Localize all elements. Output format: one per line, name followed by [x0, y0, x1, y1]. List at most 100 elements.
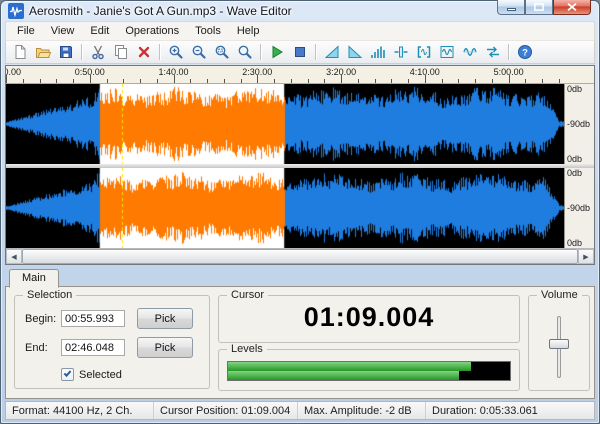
menu-tools[interactable]: Tools [187, 23, 229, 39]
waveform-left-channel[interactable] [6, 84, 564, 164]
status-max-amplitude: Max. Amplitude: -2 dB [298, 402, 426, 419]
selection-group-title: Selection [23, 289, 76, 301]
copy-icon [113, 44, 129, 60]
window-controls [497, 0, 591, 15]
fade-in-icon [324, 44, 340, 60]
zoom-out-button[interactable] [188, 41, 210, 63]
normalize-button[interactable] [436, 41, 458, 63]
db-label: 0db [567, 154, 582, 164]
zoom-out-icon [191, 44, 207, 60]
new-file-icon [12, 44, 28, 60]
menu-edit[interactable]: Edit [82, 23, 117, 39]
trim-button[interactable] [413, 41, 435, 63]
levels-meter [227, 361, 511, 381]
cursor-group: Cursor 01:09.004 [218, 295, 520, 343]
close-icon [567, 3, 577, 11]
statusbar: Format: 44100 Hz, 2 Ch. Cursor Position:… [5, 401, 595, 420]
pick-begin-button[interactable]: Pick [137, 308, 193, 329]
insert-silence-icon [393, 44, 409, 60]
ruler-tick [157, 79, 158, 83]
swap-channels-icon [485, 44, 501, 60]
horizontal-scrollbar[interactable]: ◀ ▶ [6, 248, 594, 264]
waveform-right-channel[interactable] [6, 168, 564, 248]
new-file-button[interactable] [9, 41, 31, 63]
amplify-icon [370, 44, 386, 60]
ruler-label: 2:30.00 [242, 67, 272, 77]
ruler-tick [107, 79, 108, 83]
insert-silence-button[interactable] [390, 41, 412, 63]
save-file-icon [58, 44, 74, 60]
copy-button[interactable] [110, 41, 132, 63]
db-label: 0db [567, 168, 582, 178]
end-input[interactable] [61, 339, 125, 356]
toolbar-separator [159, 44, 161, 60]
level-bar-right-channel [228, 371, 459, 380]
begin-input[interactable] [61, 310, 125, 327]
ruler-tick [375, 79, 376, 83]
status-duration: Duration: 0:05:33.061 [426, 402, 594, 419]
scrollbar-thumb[interactable] [22, 249, 578, 264]
ruler-tick [291, 79, 292, 83]
fade-out-button[interactable] [344, 41, 366, 63]
titlebar[interactable]: Aerosmith - Janie's Got A Gun.mp3 - Wave… [1, 1, 599, 21]
svg-text:?: ? [522, 48, 528, 59]
maximize-button[interactable] [525, 0, 553, 15]
stop-button[interactable] [289, 41, 311, 63]
selection-group: Selection Begin: Pick End: Pick Selected [14, 295, 210, 389]
close-button[interactable] [553, 0, 591, 15]
ruler-tick [492, 79, 493, 83]
cut-button[interactable] [87, 41, 109, 63]
timeline-ruler[interactable]: 0:00.000:50.001:40.002:30.003:20.004:10.… [6, 66, 594, 84]
open-file-button[interactable] [32, 41, 54, 63]
play-button[interactable] [266, 41, 288, 63]
save-file-button[interactable] [55, 41, 77, 63]
ruler-tick [140, 79, 141, 83]
ruler-tick [56, 79, 57, 83]
zoom-all-button[interactable] [234, 41, 256, 63]
ruler-label: 4:10.00 [410, 67, 440, 77]
minimize-button[interactable] [497, 0, 525, 15]
menu-help[interactable]: Help [229, 23, 268, 39]
ruler-label: 5:00.00 [494, 67, 524, 77]
scroll-right-button[interactable]: ▶ [578, 249, 594, 264]
zoom-selection-button[interactable] [211, 41, 233, 63]
delete-button[interactable] [133, 41, 155, 63]
volume-slider[interactable] [529, 312, 589, 382]
open-file-icon [35, 44, 51, 60]
fade-in-button[interactable] [321, 41, 343, 63]
toolbar-separator [81, 44, 83, 60]
toolbar-separator [315, 44, 317, 60]
pick-end-button[interactable]: Pick [137, 337, 193, 358]
play-icon [269, 44, 285, 60]
ruler-tick [40, 79, 41, 83]
ruler-tick [224, 79, 225, 83]
selected-checkbox-label: Selected [79, 369, 122, 381]
scroll-left-button[interactable]: ◀ [6, 249, 22, 264]
db-scale-right-channel: 0db -90db 0db [564, 168, 594, 248]
menu-operations[interactable]: Operations [117, 23, 187, 39]
swap-channels-button[interactable] [482, 41, 504, 63]
toolbar-separator [260, 44, 262, 60]
waveform-area: 0:00.000:50.001:40.002:30.003:20.004:10.… [5, 65, 595, 265]
normalize-icon [439, 44, 455, 60]
toolbar: ? [5, 40, 595, 64]
end-label: End: [25, 342, 48, 354]
db-label: 0db [567, 238, 582, 248]
menu-view[interactable]: View [43, 23, 83, 39]
zoom-in-button[interactable] [165, 41, 187, 63]
window-title: Aerosmith - Janie's Got A Gun.mp3 - Wave… [29, 4, 292, 18]
help-button[interactable]: ? [514, 41, 536, 63]
ruler-tick [542, 79, 543, 83]
volume-slider-thumb[interactable] [549, 339, 569, 349]
ruler-tick [123, 79, 124, 83]
invert-wave-button[interactable] [459, 41, 481, 63]
check-icon [64, 369, 72, 377]
selected-checkbox[interactable] [61, 368, 74, 381]
status-cursor-position: Cursor Position: 01:09.004 [154, 402, 298, 419]
menu-file[interactable]: File [9, 23, 43, 39]
amplify-button[interactable] [367, 41, 389, 63]
maximize-icon [534, 3, 544, 11]
fade-out-icon [347, 44, 363, 60]
tab-main[interactable]: Main [9, 269, 59, 288]
app-icon [8, 3, 24, 19]
